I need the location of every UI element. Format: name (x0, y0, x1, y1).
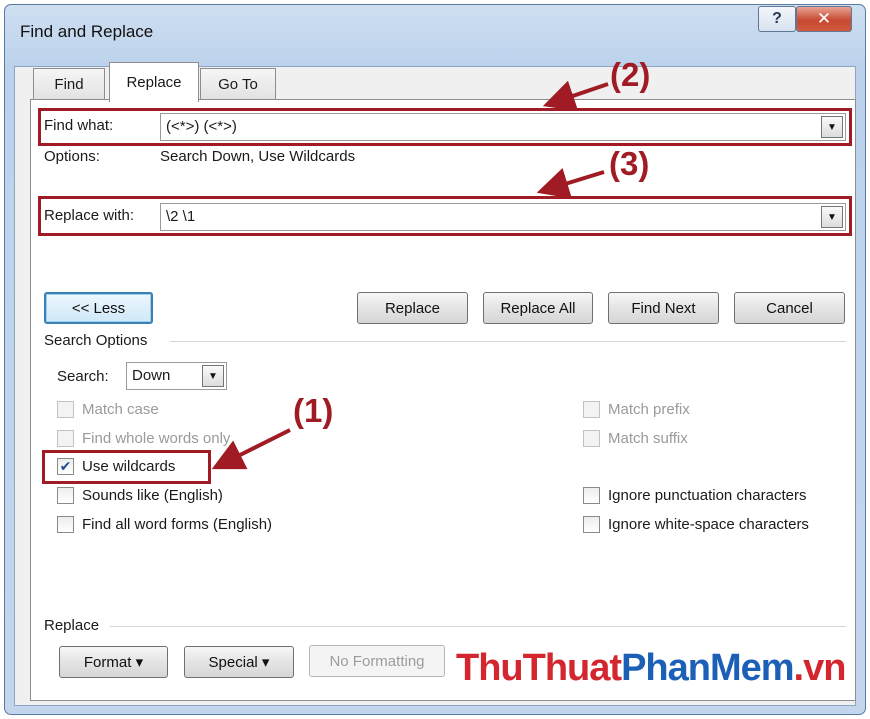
arrow-to-use-wildcards (211, 428, 291, 470)
watermark-part-1: ThuThuat (456, 647, 622, 689)
annotation-arrows (211, 80, 609, 470)
watermark-part-3: .vn (793, 647, 847, 689)
arrow-to-find-what (542, 80, 609, 111)
watermark-part-2: PhanMem (621, 647, 794, 689)
arrow-to-replace-with (536, 168, 605, 199)
watermark-logo: ThuThuatPhanMem.vn (456, 647, 847, 690)
